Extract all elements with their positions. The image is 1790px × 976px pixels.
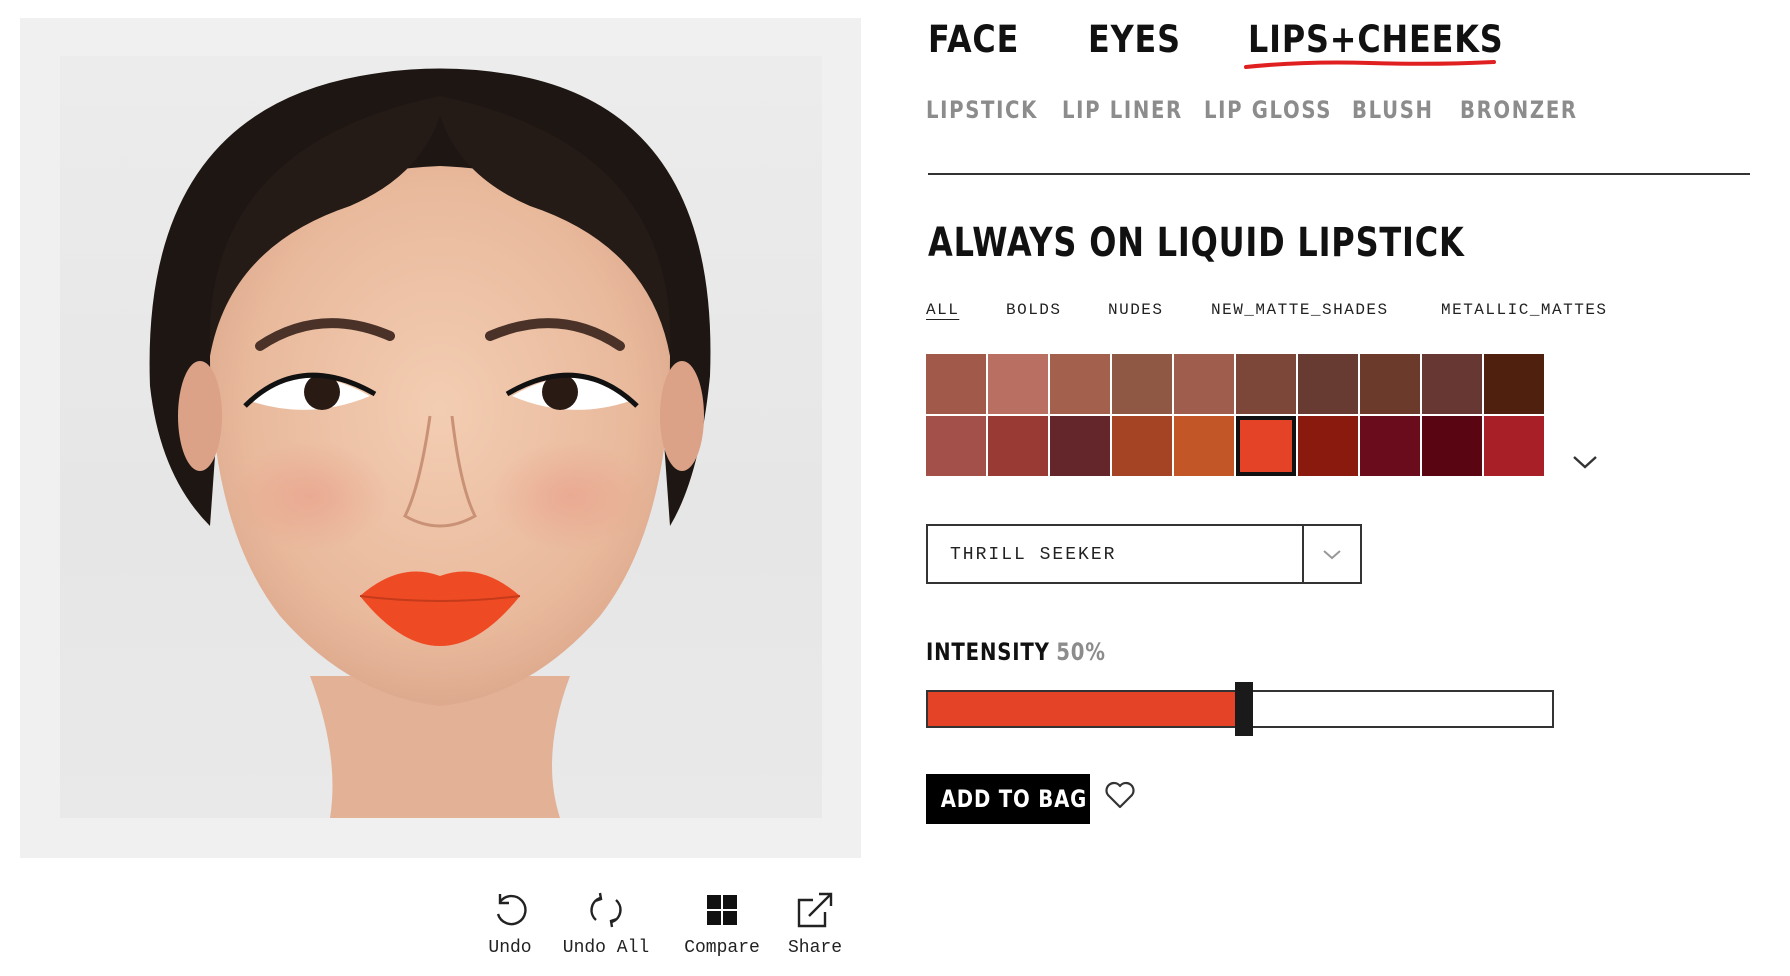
product-title: ALWAYS ON LIQUID LIPSTICK [928, 220, 1465, 266]
shade-swatch[interactable] [1236, 354, 1296, 414]
heart-icon[interactable] [1104, 780, 1136, 810]
model-photo [60, 56, 822, 818]
shade-swatch[interactable] [1236, 416, 1296, 476]
shade-swatch[interactable] [1112, 354, 1172, 414]
tab-face[interactable]: FACE [928, 18, 1019, 61]
filter-all[interactable]: ALL [926, 301, 959, 319]
shade-swatch[interactable] [1484, 416, 1544, 476]
filter-metallic-mattes[interactable]: METALLIC_MATTES [1441, 301, 1608, 319]
undo-icon [496, 894, 527, 926]
intensity-slider-fill [928, 692, 1244, 726]
sub-tab-blush[interactable]: BLUSH [1352, 96, 1434, 124]
undo-button[interactable]: Undo [480, 890, 540, 958]
intensity-slider-handle[interactable] [1235, 682, 1253, 736]
compare-label: Compare [684, 938, 760, 958]
share-label: Share [787, 938, 842, 958]
compare-icon [707, 895, 737, 925]
shade-swatch[interactable] [988, 354, 1048, 414]
chevron-down-icon [1323, 550, 1341, 560]
shade-swatch[interactable] [1360, 354, 1420, 414]
filter-bolds[interactable]: BOLDS [1006, 301, 1062, 319]
intensity-value: 50% [1056, 638, 1106, 666]
shade-swatch[interactable] [1112, 416, 1172, 476]
share-button[interactable]: Share [780, 890, 850, 958]
model-face-image [149, 68, 711, 818]
preview-tools: Undo Undo All Compare Share [470, 890, 870, 970]
add-to-bag-button[interactable]: ADD TO BAG [926, 774, 1090, 824]
shade-select-value: THRILL SEEKER [950, 545, 1117, 565]
shade-select[interactable]: THRILL SEEKER [926, 524, 1362, 584]
undo-label: Undo [488, 938, 532, 958]
add-to-bag-label: ADD TO BAG [940, 785, 1088, 813]
undo-all-label: Undo All [562, 938, 650, 958]
intensity-slider[interactable] [926, 682, 1554, 736]
sub-tab-lip-gloss[interactable]: LIP GLOSS [1204, 96, 1332, 124]
share-icon [797, 892, 833, 928]
sub-tab-bronzer[interactable]: BRONZER [1460, 96, 1578, 124]
shade-swatch[interactable] [1422, 354, 1482, 414]
active-tab-underline [1244, 60, 1496, 69]
shade-swatch[interactable] [1050, 354, 1110, 414]
more-swatches-chevron-icon[interactable] [1570, 452, 1600, 472]
undo-all-icon [590, 892, 622, 928]
filter-nudes[interactable]: NUDES [1108, 301, 1164, 319]
shade-swatch[interactable] [926, 416, 986, 476]
shade-swatch[interactable] [1422, 416, 1482, 476]
shade-swatch[interactable] [1174, 354, 1234, 414]
tab-eyes[interactable]: EYES [1088, 18, 1181, 61]
select-separator [1302, 526, 1304, 582]
shade-swatch[interactable] [926, 354, 986, 414]
sub-tab-lip-liner[interactable]: LIP LINER [1062, 96, 1183, 124]
section-divider [928, 173, 1750, 175]
shade-swatch[interactable] [1174, 416, 1234, 476]
filter-new-matte-shades[interactable]: NEW_MATTE_SHADES [1211, 301, 1389, 319]
undo-all-button[interactable]: Undo All [556, 890, 656, 958]
tab-lips-cheeks[interactable]: LIPS+CHEEKS [1248, 18, 1504, 61]
compare-button[interactable]: Compare [672, 890, 772, 958]
sub-tab-lipstick[interactable]: LIPSTICK [926, 96, 1038, 124]
shade-swatch[interactable] [1484, 354, 1544, 414]
shade-swatch[interactable] [1050, 416, 1110, 476]
intensity-label-text: INTENSITY [926, 638, 1050, 666]
shade-swatch[interactable] [1360, 416, 1420, 476]
intensity-label: INTENSITY 50% [926, 638, 1106, 666]
shade-swatch[interactable] [1298, 416, 1358, 476]
shade-swatch[interactable] [988, 416, 1048, 476]
photo-frame [20, 18, 861, 858]
shade-swatch[interactable] [1298, 354, 1358, 414]
swatch-grid [926, 354, 1548, 476]
